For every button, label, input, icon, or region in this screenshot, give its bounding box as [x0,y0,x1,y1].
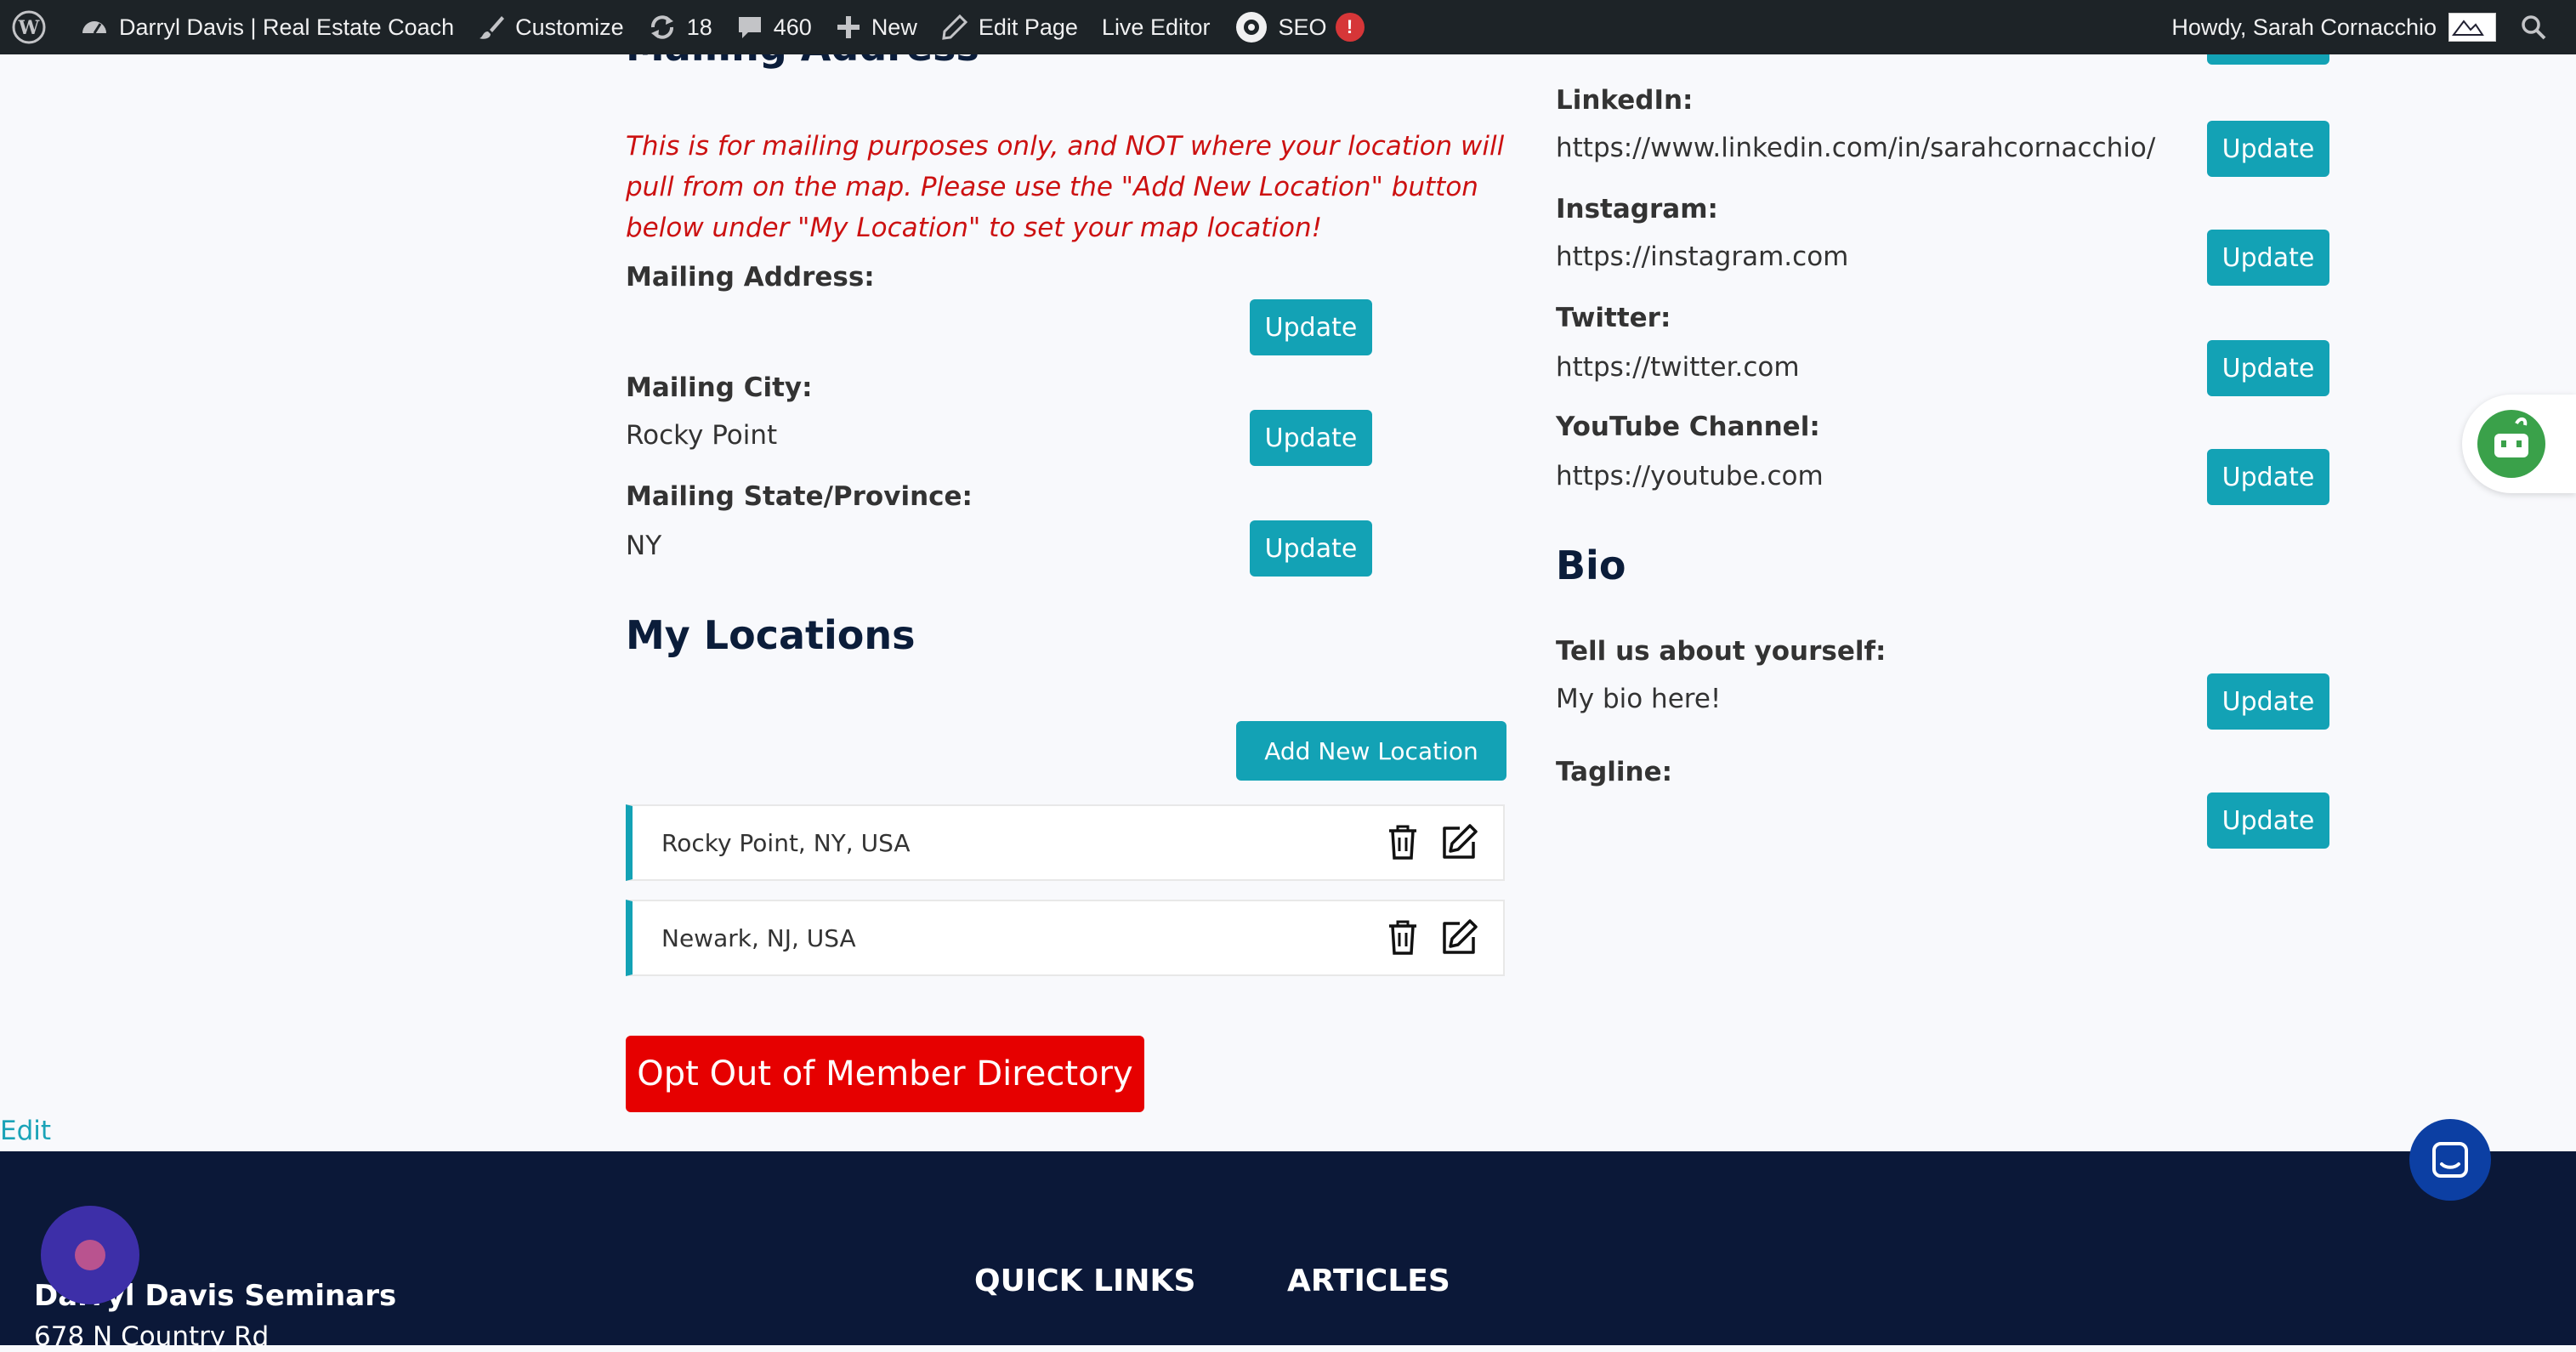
paintbrush-icon [479,16,505,39]
footer-address: 678 N Country Rd [34,1321,270,1352]
about-label: Tell us about yourself: [1556,636,1887,667]
comments-count: 460 [773,14,812,40]
updates-count: 18 [686,14,712,40]
new-label: New [871,14,917,40]
admin-bar: W Darryl Davis | Real Estate Coach Custo… [0,0,2576,54]
location-name: Rocky Point, NY, USA [661,828,911,857]
site-footer: Darryl Davis Seminars 678 N Country Rd Q… [0,1151,2576,1352]
robot-icon [2477,410,2545,478]
edit-page-label: Edit Page [978,14,1078,40]
youtube-label: YouTube Channel: [1556,412,1820,442]
seo-menu[interactable]: SEO ! [1223,0,1376,54]
linkedin-label: LinkedIn: [1556,85,1694,116]
add-new-location-button[interactable]: Add New Location [1236,721,1506,781]
quick-links-heading: QUICK LINKS [974,1264,1196,1298]
site-title: Darryl Davis | Real Estate Coach [119,14,455,40]
my-account-menu[interactable]: Howdy, Sarah Cornacchio [2159,0,2508,54]
location-row: Rocky Point, NY, USA [626,804,1505,881]
instagram-label: Instagram: [1556,194,1718,224]
articles-heading: ARTICLES [1287,1264,1450,1298]
update-tagline-button[interactable]: Update [2207,792,2329,849]
opt-out-button[interactable]: Opt Out of Member Directory [626,1036,1144,1112]
location-row: Newark, NJ, USA [626,900,1505,976]
customize-link[interactable]: Customize [466,0,636,54]
youtube-value: https://youtube.com [1556,461,1824,491]
comments-link[interactable]: 460 [724,0,824,54]
record-dot-icon [75,1240,105,1270]
pencil-icon [942,14,967,40]
trash-icon[interactable] [1382,822,1423,863]
admin-search-button[interactable] [2508,0,2576,54]
comment-icon [738,17,761,38]
customize-label: Customize [515,14,624,40]
wordpress-logo-button[interactable]: W [0,0,68,54]
updates-icon [650,15,673,39]
update-bio-button[interactable]: Update [2207,673,2329,730]
edit-page-link[interactable]: Edit Page [929,0,1090,54]
update-instagram-button[interactable]: Update [2207,230,2329,286]
chatbot-side-widget[interactable] [2462,395,2576,493]
bio-heading: Bio [1556,543,1626,588]
new-content-link[interactable]: New [824,0,929,54]
instagram-value: https://instagram.com [1556,241,1849,272]
search-icon [2522,15,2546,40]
seo-gear-icon [1235,12,1267,43]
edit-link[interactable]: Edit [0,1116,51,1146]
plus-icon [837,16,860,38]
my-locations-heading: My Locations [626,612,916,658]
update-mailing-address-button[interactable]: Update [1250,299,1372,355]
svg-text:W: W [18,17,40,39]
site-name-link[interactable]: Darryl Davis | Real Estate Coach [68,0,466,54]
twitter-label: Twitter: [1556,303,1671,333]
mailing-state-label: Mailing State/Province: [626,481,973,512]
mailing-city-label: Mailing City: [626,372,813,403]
trash-icon[interactable] [1382,917,1423,958]
chat-icon [2432,1142,2468,1178]
avatar [2448,13,2496,42]
update-mailing-state-button[interactable]: Update [1250,520,1372,577]
mailing-notice: This is for mailing purposes only, and N… [626,131,1505,243]
update-linkedin-button[interactable]: Update [2207,121,2329,177]
location-name: Newark, NJ, USA [661,923,856,952]
live-editor-link[interactable]: Live Editor [1090,0,1223,54]
mailing-city-value: Rocky Point [626,420,778,451]
update-youtube-button[interactable]: Update [2207,449,2329,505]
chat-launcher-button[interactable] [2409,1119,2491,1201]
floating-widget-button[interactable] [41,1206,139,1304]
page-content: Mailing Address This is for mailing purp… [0,20,2576,1151]
dashboard-icon [82,21,106,34]
mailing-address-label: Mailing Address: [626,262,875,293]
update-mailing-city-button[interactable]: Update [1250,410,1372,466]
about-value: My bio here! [1556,684,1722,714]
mailing-state-value: NY [626,531,662,561]
live-editor-label: Live Editor [1101,14,1211,40]
twitter-value: https://twitter.com [1556,352,1800,383]
update-twitter-button[interactable]: Update [2207,340,2329,396]
updates-link[interactable]: 18 [636,0,724,54]
wordpress-icon: W [12,10,46,44]
seo-alert-badge: ! [1335,13,1365,42]
edit-icon[interactable] [1438,822,1479,863]
edit-icon[interactable] [1438,917,1479,958]
howdy-text: Howdy, Sarah Cornacchio [2171,14,2437,40]
linkedin-value: https://www.linkedin.com/in/sarahcornacc… [1556,133,2156,163]
seo-label: SEO [1278,14,1327,40]
tagline-label: Tagline: [1556,757,1673,787]
